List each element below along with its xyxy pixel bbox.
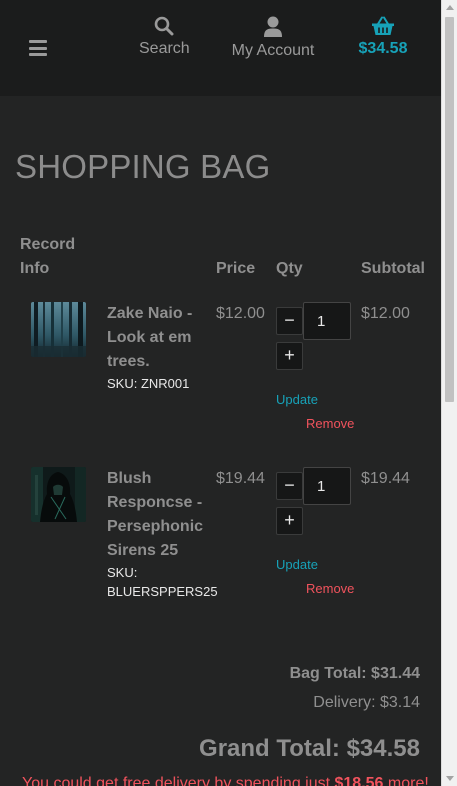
search-link[interactable]: Search — [139, 16, 190, 58]
record-thumbnail[interactable] — [31, 467, 86, 522]
user-icon — [264, 16, 282, 37]
scroll-down-arrow-icon[interactable] — [446, 776, 454, 781]
grand-total: Grand Total: $34.58 — [199, 735, 420, 762]
column-header-qty: Qty — [276, 260, 303, 277]
page-title: SHOPPING BAG — [15, 148, 271, 185]
remove-link[interactable]: Remove — [306, 416, 354, 431]
shopping-basket-icon — [372, 16, 394, 35]
search-icon — [154, 16, 174, 36]
column-header-info: Record Info — [20, 236, 76, 277]
record-sku: SKU: BLUERSPPERS25 — [107, 565, 218, 599]
free-delivery-prefix: You could get free delivery by spending … — [22, 775, 335, 786]
menu-toggle-icon[interactable] — [29, 40, 47, 56]
decrease-qty-button[interactable]: − — [276, 472, 303, 500]
increase-qty-button[interactable]: + — [276, 507, 303, 535]
my-account-link[interactable]: My Account — [229, 16, 317, 60]
decrease-qty-button[interactable]: − — [276, 307, 303, 335]
hooded-figure-image — [31, 467, 86, 522]
record-price: $19.44 — [216, 470, 265, 487]
page-scrollbar[interactable] — [441, 0, 457, 786]
increase-qty-button[interactable]: + — [276, 342, 303, 370]
record-price: $12.00 — [216, 305, 265, 322]
bag-total: Bag Total: $31.44 — [289, 665, 420, 682]
bag-total-label: $34.58 — [358, 40, 408, 57]
free-delivery-amount: $18.56 — [334, 775, 384, 786]
quantity-input[interactable] — [303, 467, 351, 505]
delivery-cost: Delivery: $3.14 — [313, 694, 420, 711]
column-header-price: Price — [216, 260, 256, 277]
update-link[interactable]: Update — [276, 557, 318, 572]
record-name[interactable]: Zake Naio - Look at em trees. — [107, 302, 207, 374]
forest-image — [31, 302, 86, 357]
scrollbar-thumb[interactable] — [445, 17, 454, 402]
account-label: My Account — [231, 42, 315, 59]
free-delivery-note: You could get free delivery by spending … — [22, 775, 429, 786]
page: Search My Account $34.58 SHOPPING BAG Re… — [0, 0, 441, 786]
bag-link[interactable]: $34.58 — [356, 16, 410, 58]
record-name[interactable]: Blush Responcse - Persephonic Sirens 25 — [107, 467, 207, 563]
site-header: Search My Account $34.58 — [0, 0, 441, 96]
record-subtotal: $19.44 — [361, 470, 410, 487]
remove-link[interactable]: Remove — [306, 581, 354, 596]
free-delivery-suffix: more! — [383, 775, 429, 786]
record-sku: SKU: ZNR001 — [107, 376, 190, 391]
scroll-up-arrow-icon[interactable] — [446, 5, 454, 10]
column-header-subtotal: Subtotal — [361, 260, 425, 277]
update-link[interactable]: Update — [276, 392, 318, 407]
search-label: Search — [139, 40, 190, 57]
quantity-input[interactable] — [303, 302, 351, 340]
record-thumbnail[interactable] — [31, 302, 86, 357]
record-subtotal: $12.00 — [361, 305, 410, 322]
